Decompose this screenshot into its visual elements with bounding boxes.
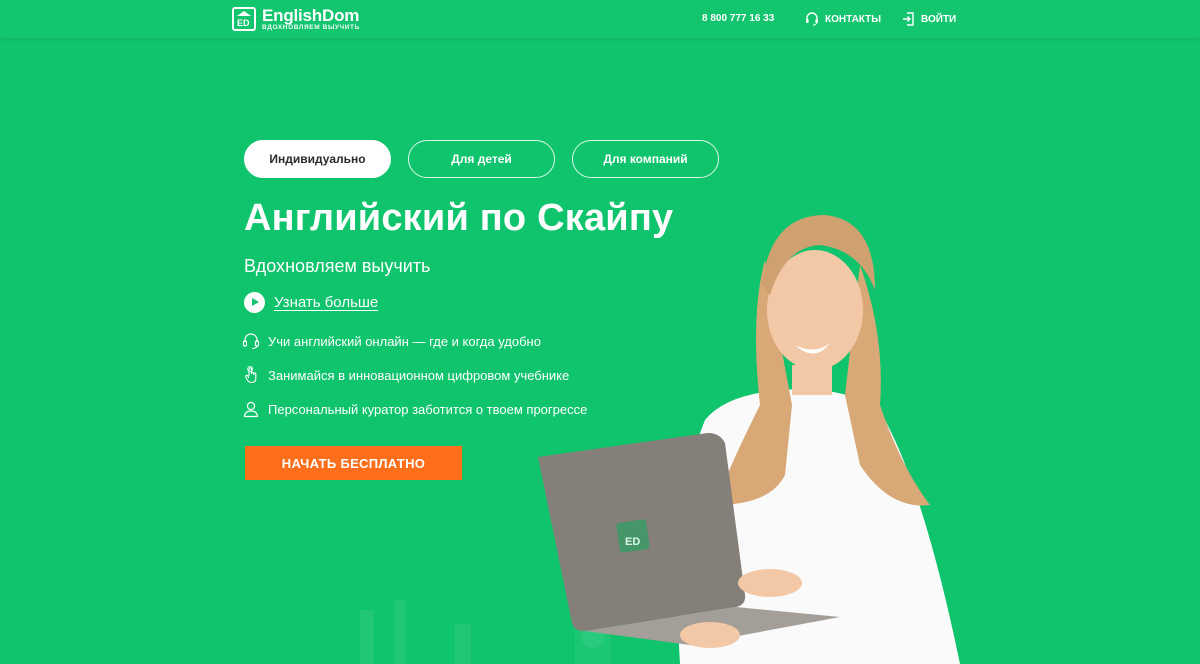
logo-tagline: ВДОХНОВЛЯЕМ ВЫУЧИТЬ [262,23,360,31]
start-free-button[interactable]: НАЧАТЬ БЕСПЛАТНО [245,446,462,480]
login-link[interactable]: ВОЙТИ [902,12,956,26]
touch-hand-icon [245,366,257,384]
feature-item: Занимайся в инновационном цифровом учебн… [242,366,569,384]
logo-house-icon: ED [232,7,256,31]
headset-icon [242,333,260,350]
play-icon[interactable] [244,292,265,313]
tab-kids[interactable]: Для детей [408,140,555,178]
feature-text: Занимайся в инновационном цифровом учебн… [268,367,570,383]
tab-individual[interactable]: Индивидуально [244,140,391,178]
feature-item: Учи английский онлайн — где и когда удоб… [242,332,541,350]
feature-text: Учи английский онлайн — где и когда удоб… [268,333,541,349]
tab-companies[interactable]: Для компаний [572,140,719,178]
englishdom-logo[interactable]: ED EnglishDom ВДОХНОВЛЯЕМ ВЫУЧИТЬ [232,6,360,32]
phone-number-link[interactable]: 8 800 777 16 33 [702,13,774,24]
logo-brand-name: EnglishDom [262,5,360,25]
login-label: ВОЙТИ [921,13,957,25]
learn-more-link[interactable]: Узнать больше [244,292,378,313]
headset-icon [806,12,818,26]
contacts-link[interactable]: КОНТАКТЫ [805,12,881,26]
learn-more-label: Узнать больше [274,294,379,311]
laptop-logo-text: ED [625,536,640,548]
top-navigation-bar: ED EnglishDom ВДОХНОВЛЯЕМ ВЫУЧИТЬ 8 800 … [0,0,1200,38]
login-icon [903,12,914,26]
woman-with-laptop-image: ED [538,215,960,664]
page-subtitle: Вдохновляем выучить [244,256,431,276]
audience-tabs: Индивидуально Для детей Для компаний [244,140,736,178]
contacts-label: КОНТАКТЫ [825,13,882,25]
person-icon [243,401,259,418]
logo-mark-text: ED [237,18,250,28]
